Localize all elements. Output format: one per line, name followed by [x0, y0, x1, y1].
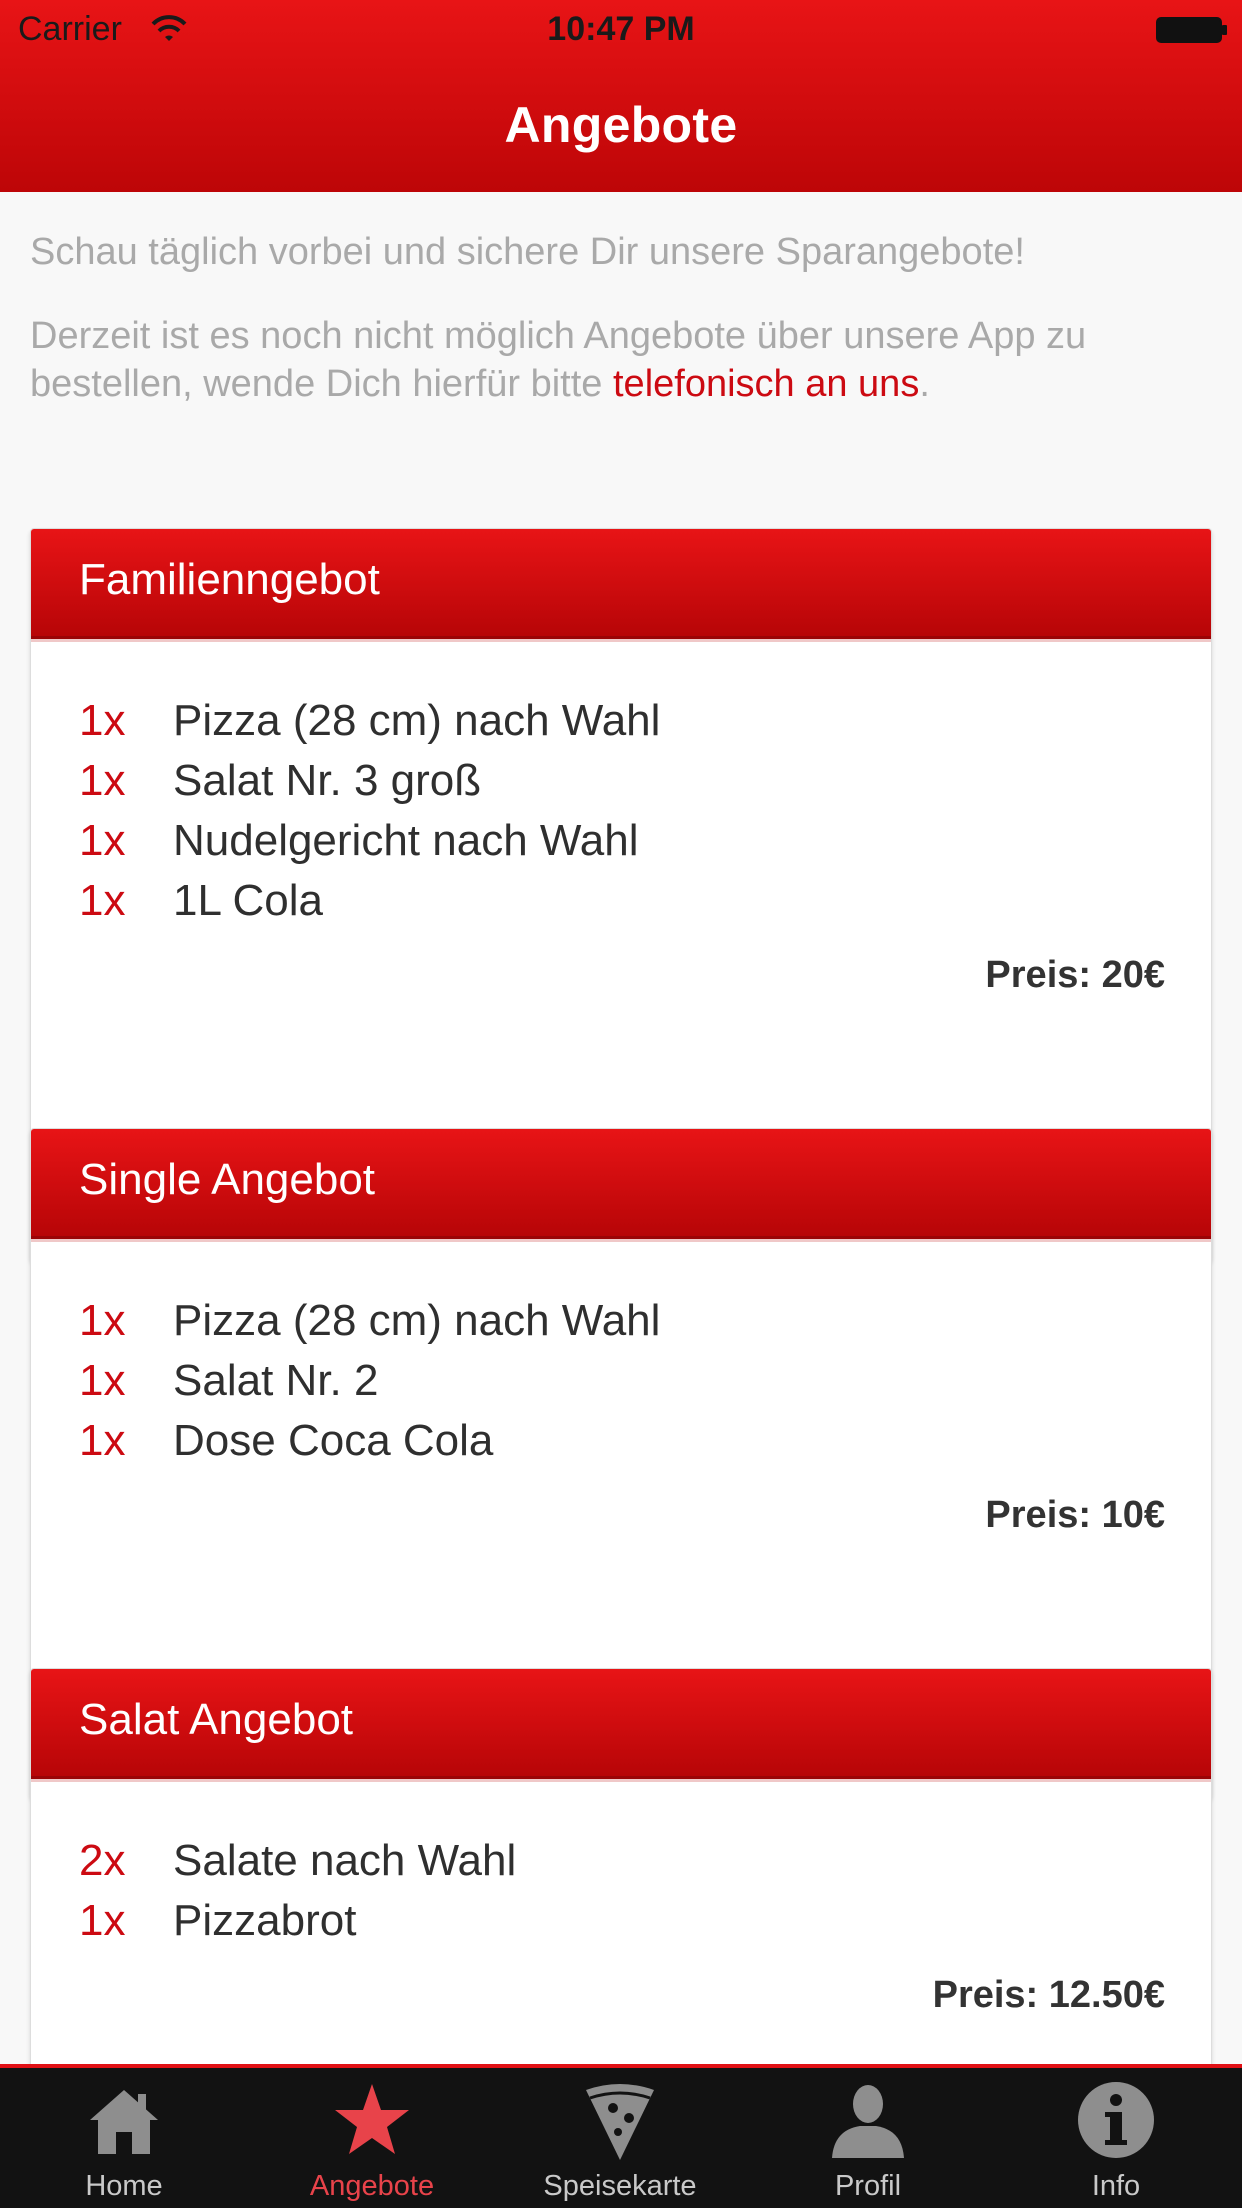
offer-item: 1x Salat Nr. 2	[31, 1351, 1211, 1411]
offer-item: 1x Dose Coca Cola	[31, 1411, 1211, 1471]
item-quantity: 1x	[79, 816, 126, 865]
intro-text: Schau täglich vorbei und sichere Dir uns…	[30, 231, 1025, 273]
phone-contact-link[interactable]: telefonisch an uns	[613, 363, 919, 405]
order-info-text-end: .	[919, 363, 930, 405]
offer-title: Single Angebot	[79, 1155, 376, 1204]
item-quantity: 1x	[79, 1416, 126, 1465]
item-name: 1L Cola	[173, 876, 324, 925]
tab-label: Info	[1091, 2170, 1141, 2202]
offer-card-header: Salat Angebot	[31, 1669, 1211, 1779]
tab-info[interactable]: Info	[992, 2068, 1240, 2208]
item-name: Pizza (28 cm) nach Wahl	[173, 1296, 661, 1345]
item-name: Salat Nr. 3 groß	[173, 756, 482, 805]
offer-item: 1x 1L Cola	[31, 871, 1211, 931]
item-name: Salate nach Wahl	[173, 1836, 517, 1885]
pizza-slice-icon	[586, 2084, 654, 2160]
offer-item-list: 1x Pizza (28 cm) nach Wahl 1x Salat Nr. 2 …	[31, 1239, 1211, 1471]
offer-price: Preis: 20€	[985, 954, 1165, 996]
item-name: Nudelgericht nach Wahl	[173, 816, 639, 865]
battery-icon	[1156, 17, 1227, 43]
item-quantity: 2x	[79, 1836, 126, 1885]
tab-label: Speisekarte	[543, 2170, 697, 2202]
offer-item: 1x Nudelgericht nach Wahl	[31, 811, 1211, 871]
house-icon	[90, 2090, 158, 2154]
offer-item: 1x Pizza (28 cm) nach Wahl	[31, 691, 1211, 751]
info-icon	[1078, 2082, 1154, 2158]
tab-speisekarte[interactable]: Speisekarte	[496, 2068, 744, 2208]
offer-title: Salat Angebot	[79, 1695, 354, 1744]
item-name: Dose Coca Cola	[173, 1416, 494, 1465]
offer-item-list: 1x Pizza (28 cm) nach Wahl 1x Salat Nr. 3 …	[31, 639, 1211, 931]
offer-item-list: 2x Salate nach Wahl 1x Pizzabrot	[31, 1779, 1211, 1951]
item-name: Salat Nr. 2	[173, 1356, 379, 1405]
offer-card-header: Single Angebot	[31, 1129, 1211, 1239]
tab-bar: Home Angebote Speisekarte Profil Info	[0, 2064, 1242, 2208]
person-icon	[832, 2085, 904, 2158]
item-quantity: 1x	[79, 756, 126, 805]
screen: Carrier 10:47 PM Angebote Schau täglich …	[0, 0, 1242, 2208]
item-quantity: 1x	[79, 1296, 126, 1345]
offer-price: Preis: 12.50€	[932, 1974, 1165, 2016]
item-quantity: 1x	[79, 876, 126, 925]
offer-card-header: Familienngebot	[31, 529, 1211, 639]
header: Carrier 10:47 PM Angebote	[0, 0, 1242, 192]
offer-item: 1x Pizzabrot	[31, 1891, 1211, 1951]
offer-price: Preis: 10€	[985, 1494, 1165, 1536]
item-name: Pizzabrot	[173, 1896, 357, 1945]
order-info-text: Derzeit ist es noch nicht möglich Angebo…	[30, 312, 1210, 408]
tab-label: Angebote	[309, 2170, 435, 2202]
offer-title: Familienngebot	[79, 555, 380, 604]
tab-angebote[interactable]: Angebote	[248, 2068, 496, 2208]
item-quantity: 1x	[79, 696, 126, 745]
tab-profil[interactable]: Profil	[744, 2068, 992, 2208]
item-quantity: 1x	[79, 1356, 126, 1405]
status-bar: Carrier 10:47 PM	[0, 0, 1242, 60]
page-title: Angebote	[504, 97, 738, 153]
tab-home[interactable]: Home	[0, 2068, 248, 2208]
clock: 10:47 PM	[547, 10, 695, 48]
offers-scroll-view[interactable]: Schau täglich vorbei und sichere Dir uns…	[0, 192, 1242, 2064]
tab-label: Home	[85, 2170, 163, 2202]
item-name: Pizza (28 cm) nach Wahl	[173, 696, 661, 745]
tab-label: Profil	[834, 2170, 902, 2202]
offer-card-salad: Salat Angebot 2x Salate nach Wahl 1x Pizza…	[30, 1668, 1212, 2064]
offer-item: 1x Pizza (28 cm) nach Wahl	[31, 1291, 1211, 1351]
star-icon	[335, 2084, 409, 2154]
offer-item: 1x Salat Nr. 3 groß	[31, 751, 1211, 811]
item-quantity: 1x	[79, 1896, 126, 1945]
offer-item: 2x Salate nach Wahl	[31, 1831, 1211, 1891]
